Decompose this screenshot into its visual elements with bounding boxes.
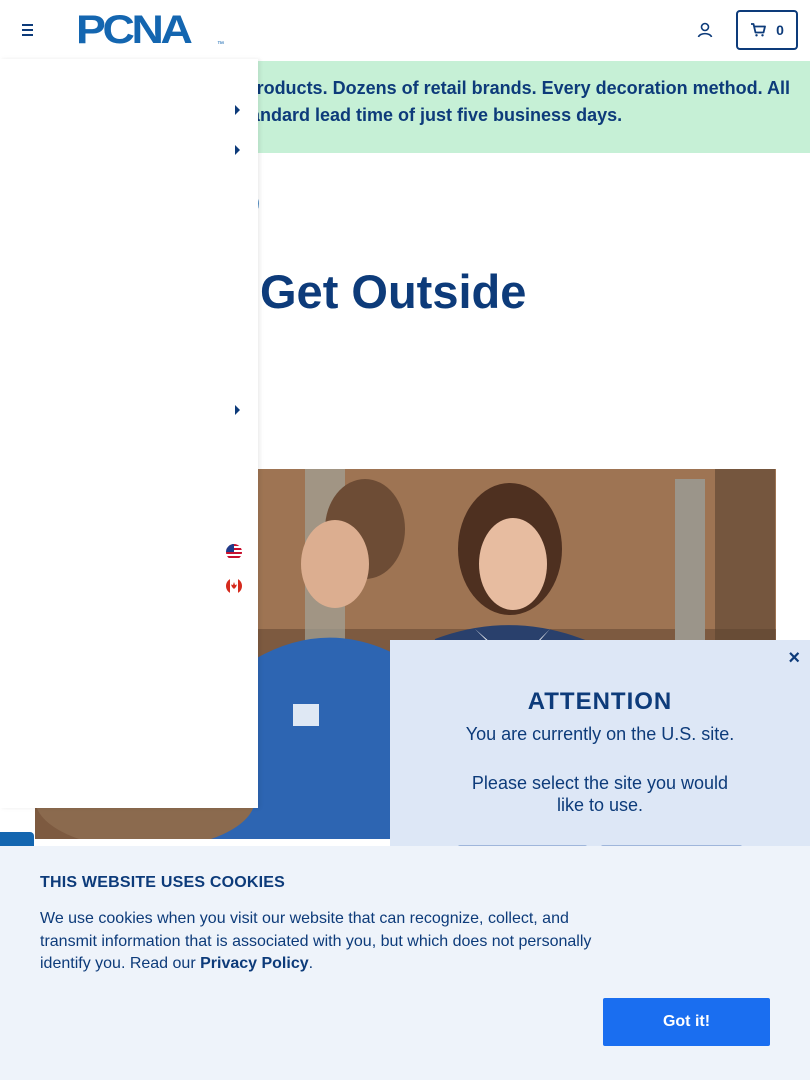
modal-prompt: Please select the site you would like to… — [471, 773, 729, 815]
navigation-drawer — [0, 59, 258, 808]
modal-message: You are currently on the U.S. site. — [465, 724, 735, 744]
hamburger-icon[interactable] — [18, 20, 38, 40]
logo-trademark: ™ — [217, 41, 224, 48]
user-icon[interactable] — [696, 21, 714, 39]
cookie-title: THIS WEBSITE USES COOKIES — [40, 874, 286, 891]
cart-count: 0 — [776, 22, 784, 38]
section-headline: Get Outside — [260, 265, 527, 318]
cookie-text: We use cookies when you visit our websit… — [40, 908, 600, 976]
cart-button[interactable]: 0 — [736, 10, 798, 50]
pcna-logo[interactable]: PCNA ™ — [76, 10, 224, 50]
expand-caret-icon[interactable] — [235, 405, 240, 415]
cart-icon — [751, 23, 766, 37]
expand-caret-icon[interactable] — [235, 105, 240, 115]
accept-cookies-button[interactable]: Got it! — [603, 998, 770, 1046]
expand-caret-icon[interactable] — [235, 145, 240, 155]
close-icon[interactable]: × — [788, 648, 800, 668]
canada-flag-icon[interactable] — [226, 578, 242, 594]
site-header: PCNA ™ 0 — [0, 0, 810, 60]
cookie-body-text: We use cookies when you visit our websit… — [40, 910, 592, 972]
cookie-banner: THIS WEBSITE USES COOKIES We use cookies… — [0, 846, 810, 1080]
site-selector-modal: × ATTENTION You are currently on the U.S… — [390, 640, 810, 881]
cookie-period: . — [308, 955, 314, 972]
logo-text: PCNA — [76, 8, 193, 52]
privacy-policy-link[interactable]: Privacy Policy — [200, 955, 309, 972]
modal-title: ATTENTION — [527, 688, 673, 715]
us-flag-icon[interactable] — [226, 544, 242, 560]
page: PCNA ™ 0 roducts. Dozens of retail brand… — [0, 0, 810, 1080]
